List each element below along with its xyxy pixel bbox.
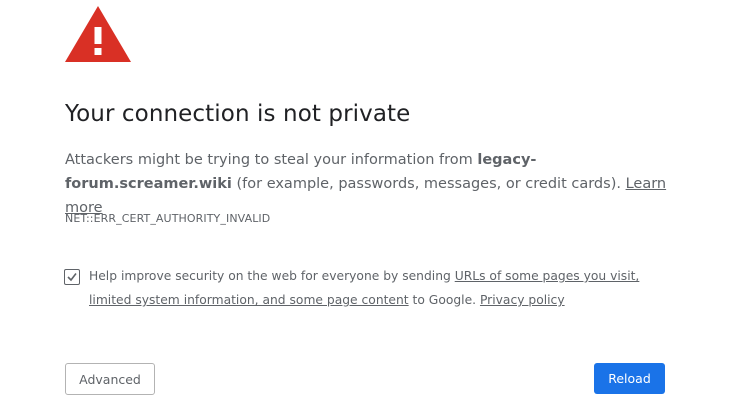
interstitial-page: Your connection is not private Attackers… (0, 0, 735, 410)
advanced-button[interactable]: Advanced (65, 363, 155, 395)
description-text-2: (for example, passwords, messages, or cr… (231, 176, 626, 192)
optin-text: Help improve security on the web for eve… (89, 269, 455, 283)
optin-text-2: to Google. (408, 293, 480, 307)
page-title: Your connection is not private (65, 101, 411, 127)
error-description: Attackers might be trying to steal your … (65, 148, 675, 220)
checkmark-icon (67, 273, 77, 282)
reload-button[interactable]: Reload (594, 363, 665, 394)
privacy-policy-link[interactable]: Privacy policy (480, 293, 565, 307)
improve-security-checkbox[interactable] (64, 269, 80, 285)
description-text: Attackers might be trying to steal your … (65, 152, 478, 168)
error-code: NET::ERR_CERT_AUTHORITY_INVALID (65, 212, 271, 225)
warning-triangle-icon (65, 6, 131, 62)
improve-security-text: Help improve security on the web for eve… (89, 264, 649, 312)
